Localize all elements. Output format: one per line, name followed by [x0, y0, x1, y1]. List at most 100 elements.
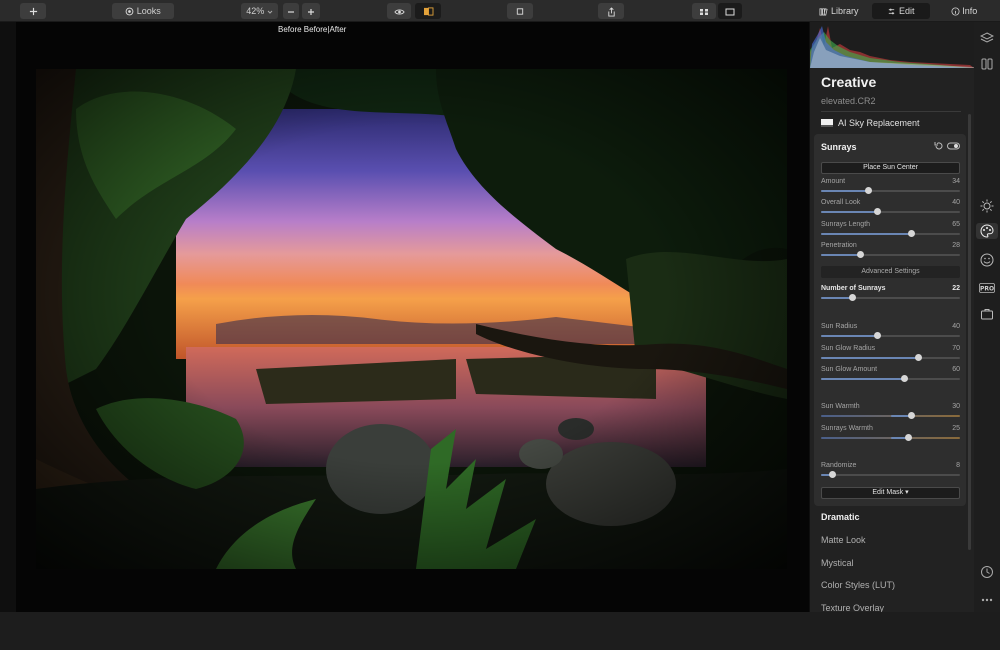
slider-value: 60: [952, 366, 960, 373]
slider-track[interactable]: [821, 471, 960, 478]
slider-fill: [821, 357, 919, 359]
slider-label: Sun Radius: [821, 323, 858, 330]
photo-preview[interactable]: [36, 69, 787, 569]
slider-knob[interactable]: [829, 471, 837, 478]
zoom-dropdown[interactable]: 42%: [241, 3, 278, 19]
visibility-toggle-icon[interactable]: [947, 141, 960, 151]
slider-knob[interactable]: [848, 294, 856, 301]
tool-category-bar: PRO: [974, 22, 1000, 612]
single-view-icon: [725, 8, 735, 16]
slider-track[interactable]: [821, 208, 960, 215]
preset-item[interactable]: Dramatic: [821, 512, 860, 522]
slider-knob[interactable]: [865, 187, 873, 194]
slider-knob[interactable]: [856, 251, 864, 258]
slider-sun-warmth[interactable]: Sun Warmth 30: [821, 403, 960, 423]
looks-label: Looks: [136, 6, 161, 16]
slider-sun-radius[interactable]: Sun Radius 40: [821, 323, 960, 343]
photo-canvas[interactable]: Before Before|After: [16, 22, 809, 612]
add-button[interactable]: [20, 3, 46, 19]
slider-track[interactable]: [821, 251, 960, 258]
more-button[interactable]: [979, 592, 995, 608]
slider-sun-glow-radius[interactable]: Sun Glow Radius 70: [821, 345, 960, 365]
slider-track[interactable]: [821, 412, 960, 419]
share-button[interactable]: [598, 3, 624, 19]
presets-button[interactable]: [979, 56, 995, 72]
layers-icon: [980, 32, 994, 43]
reset-icon[interactable]: [933, 141, 945, 151]
slider-knob[interactable]: [873, 332, 881, 339]
preset-item[interactable]: Color Styles (LUT): [821, 580, 895, 590]
essentials-button[interactable]: [979, 198, 995, 214]
section-title: Creative: [821, 74, 877, 90]
slider-randomize[interactable]: Randomize 8: [821, 462, 960, 482]
slider-number-of-sunrays[interactable]: Number of Sunrays 22: [821, 285, 960, 305]
place-sun-center-button[interactable]: Place Sun Center: [821, 162, 960, 174]
tab-info-label: Info: [962, 6, 978, 16]
tab-edit[interactable]: Edit: [872, 3, 930, 19]
looks-button[interactable]: Looks: [112, 3, 174, 19]
tab-info[interactable]: Info: [935, 3, 993, 19]
slider-label: Overall Look: [821, 199, 861, 206]
slider-label: Sun Glow Amount: [821, 366, 878, 373]
slider-track[interactable]: [821, 434, 960, 441]
advanced-settings-toggle[interactable]: Advanced Settings: [821, 266, 960, 278]
slider-penetration[interactable]: Penetration 28: [821, 242, 960, 262]
layers-button[interactable]: [979, 30, 995, 46]
slider-fill: [821, 335, 877, 337]
slider-label: Sun Warmth: [821, 403, 860, 410]
tab-library[interactable]: Library: [810, 3, 868, 19]
grid-view-button[interactable]: [692, 3, 716, 19]
crop-button[interactable]: [507, 3, 533, 19]
file-name: elevated.CR2: [821, 96, 876, 106]
pro-icon: PRO: [979, 283, 995, 293]
zoom-in-button[interactable]: [302, 3, 320, 19]
slider-fill: [821, 233, 912, 235]
creative-button[interactable]: [976, 223, 998, 239]
slider-value: 34: [952, 178, 960, 185]
bottom-bar: [0, 612, 1000, 650]
slider-knob[interactable]: [901, 375, 909, 382]
history-button[interactable]: [979, 564, 995, 580]
pro-button[interactable]: PRO: [979, 280, 995, 296]
slider-knob[interactable]: [915, 354, 923, 361]
slider-track[interactable]: [821, 187, 960, 194]
slider-overall-look[interactable]: Overall Look 40: [821, 199, 960, 219]
tool-ai-sky-replacement[interactable]: AI Sky Replacement: [821, 118, 920, 128]
slider-fill: [821, 190, 869, 192]
looks-icon: [125, 7, 134, 16]
svg-text:PRO: PRO: [980, 285, 994, 292]
preset-item[interactable]: Mystical: [821, 558, 854, 568]
slider-knob[interactable]: [904, 434, 912, 441]
slider-sunrays-length[interactable]: Sunrays Length 65: [821, 221, 960, 241]
slider-track[interactable]: [821, 230, 960, 237]
slider-amount[interactable]: Amount 34: [821, 178, 960, 198]
portrait-button[interactable]: [979, 252, 995, 268]
slider-label: Penetration: [821, 242, 857, 249]
zoom-out-button[interactable]: [283, 3, 299, 19]
zoom-value: 42%: [246, 6, 265, 16]
preview-toggle-button[interactable]: [387, 3, 411, 19]
slider-sunrays-warmth[interactable]: Sunrays Warmth 25: [821, 425, 960, 445]
slider-value: 65: [952, 221, 960, 228]
divider: [821, 111, 961, 112]
edit-panel: Creative elevated.CR2 AI Sky Replacement…: [810, 22, 974, 613]
slider-knob[interactable]: [873, 208, 881, 215]
professional-button[interactable]: [979, 306, 995, 322]
slider-track[interactable]: [821, 294, 960, 301]
slider-track[interactable]: [821, 332, 960, 339]
edit-mask-button[interactable]: Edit Mask ▾: [821, 487, 960, 499]
slider-label: Sun Glow Radius: [821, 345, 876, 352]
slider-track[interactable]: [821, 354, 960, 361]
histogram: [810, 22, 974, 68]
chevron-down-icon: [267, 10, 273, 14]
slider-value: 28: [952, 242, 960, 249]
slider-knob[interactable]: [908, 230, 916, 237]
slider-knob[interactable]: [908, 412, 916, 419]
preset-item[interactable]: Matte Look: [821, 535, 866, 545]
more-icon: [981, 598, 993, 602]
single-view-button[interactable]: [718, 3, 742, 19]
slider-sun-glow-amount[interactable]: Sun Glow Amount 60: [821, 366, 960, 386]
panel-scrollbar[interactable]: [968, 114, 971, 550]
slider-track[interactable]: [821, 375, 960, 382]
compare-button[interactable]: [415, 3, 441, 19]
